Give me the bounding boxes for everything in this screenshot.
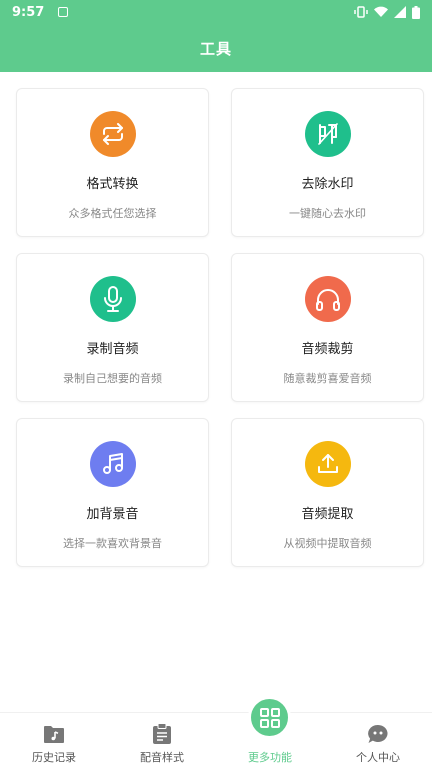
tool-name: 音频提取: [301, 507, 354, 522]
more-features-button[interactable]: [248, 696, 291, 739]
tool-desc: 录制自己想要的音频: [63, 372, 162, 385]
tool-name: 加背景音: [86, 507, 139, 522]
tool-card-audio-extract[interactable]: 音频提取 从视频中提取音频: [231, 418, 424, 567]
tool-card-format-convert[interactable]: 格式转换 众多格式任您选择: [16, 88, 209, 237]
grid-icon: [259, 707, 280, 728]
battery-icon: [412, 5, 420, 19]
tab-voice-style[interactable]: 配音样式: [108, 713, 216, 768]
music-note-icon: [89, 441, 136, 487]
remove-watermark-icon: [304, 111, 351, 157]
tool-desc: 众多格式任您选择: [68, 207, 157, 220]
tool-name: 音频裁剪: [301, 342, 354, 357]
tab-history[interactable]: 历史记录: [0, 713, 108, 768]
bottom-tab-bar: 历史记录 配音样式 更多功能 个人中心: [0, 712, 432, 768]
music-folder-icon: [43, 723, 65, 745]
tool-card-record-audio[interactable]: 录制音频 录制自己想要的音频: [16, 253, 209, 402]
user-bubble-icon: [367, 723, 389, 745]
status-bar: 9:57: [0, 0, 432, 24]
tab-label: 更多功能: [248, 751, 292, 764]
notification-icon: [58, 7, 69, 17]
tab-profile[interactable]: 个人中心: [324, 713, 432, 768]
tool-card-audio-trim[interactable]: 音频裁剪 随意裁剪喜爱音频: [231, 253, 424, 402]
format-convert-icon: [89, 111, 136, 157]
tab-label: 历史记录: [32, 751, 76, 764]
microphone-icon: [89, 276, 136, 322]
tab-label: 个人中心: [356, 751, 400, 764]
upload-tray-icon: [304, 441, 351, 487]
tool-name: 录制音频: [86, 342, 139, 357]
vibrate-icon: [354, 6, 368, 18]
tool-card-remove-watermark[interactable]: 去除水印 一键随心去水印: [231, 88, 424, 237]
tab-label: 配音样式: [140, 751, 184, 764]
page-title: 工具: [199, 39, 232, 58]
app-bar: 工具: [0, 24, 432, 72]
status-icons: [354, 5, 420, 19]
tool-name: 去除水印: [301, 177, 354, 192]
clipboard-icon: [151, 723, 173, 745]
tool-desc: 随意裁剪喜爱音频: [283, 372, 372, 385]
tool-desc: 选择一款喜欢背景音: [63, 537, 162, 550]
tool-desc: 从视频中提取音频: [283, 537, 372, 550]
wifi-icon: [374, 6, 388, 18]
status-time: 9:57: [12, 4, 45, 20]
headphones-icon: [304, 276, 351, 322]
tool-card-add-background-music[interactable]: 加背景音 选择一款喜欢背景音: [16, 418, 209, 567]
signal-icon: [394, 6, 406, 18]
tool-name: 格式转换: [86, 177, 139, 192]
tool-desc: 一键随心去水印: [289, 207, 366, 220]
